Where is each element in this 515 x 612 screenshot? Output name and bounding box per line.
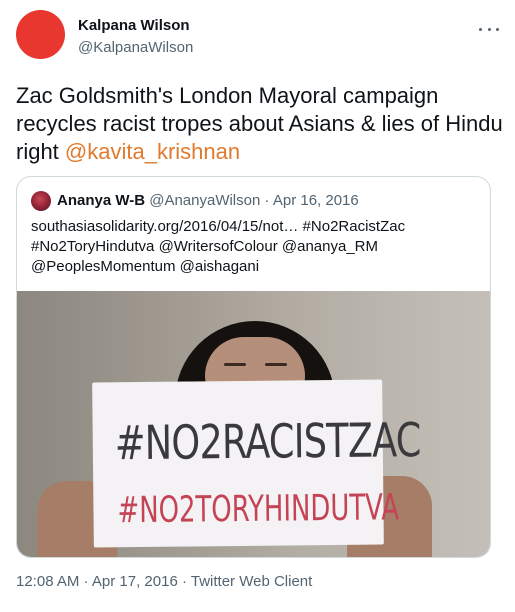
tweet-text: Zac Goldsmith's London Mayoral campaign …	[16, 82, 504, 166]
quoted-tweet-text: southasiasolidarity.org/2016/04/15/not… …	[31, 217, 476, 277]
more-dot	[496, 27, 499, 31]
photo-brow	[224, 363, 246, 366]
separator: ·	[177, 573, 191, 590]
tweet-time[interactable]: 12:08 AM	[16, 573, 79, 590]
sign-text-line2: #NO2TORYHINDUTVA	[117, 487, 400, 532]
quoted-text-line: #No2ToryHindutva @WritersofColour @anany…	[31, 238, 378, 255]
quoted-tweet-header: Ananya W-B @AnanyaWilson · Apr 16, 2016	[57, 191, 359, 211]
tweet-metadata: 12:08 AM · Apr 17, 2016 · Twitter Web Cl…	[16, 573, 312, 590]
more-dot	[479, 27, 482, 31]
quoted-text-line: southasiasolidarity.org/2016/04/15/not… …	[31, 218, 406, 235]
sign-text-line1: #NO2RACISTZAC	[114, 413, 421, 472]
quoted-author-name: Ananya W-B	[57, 192, 146, 209]
tweet-date[interactable]: Apr 17, 2016	[92, 573, 178, 590]
author-avatar[interactable]	[16, 10, 65, 59]
quoted-text-line: @PeoplesMomentum @aishagani	[31, 258, 260, 275]
more-horizontal-icon[interactable]	[479, 22, 499, 36]
quoted-tweet-photo[interactable]: #NO2RACISTZAC #NO2TORYHINDUTVA	[17, 291, 490, 557]
photo-brow	[265, 363, 287, 366]
author-handle[interactable]: @KalpanaWilson	[78, 39, 193, 56]
author-name[interactable]: Kalpana Wilson	[78, 17, 190, 34]
quoted-author-avatar	[31, 191, 51, 211]
tweet-client[interactable]: Twitter Web Client	[191, 573, 312, 590]
separator: ·	[260, 192, 273, 209]
tweet: Kalpana Wilson @KalpanaWilson Zac Goldsm…	[0, 0, 515, 612]
quoted-tweet[interactable]: Ananya W-B @AnanyaWilson · Apr 16, 2016 …	[16, 176, 491, 558]
quoted-author-handle: @AnanyaWilson	[149, 192, 261, 209]
protest-sign: #NO2RACISTZAC #NO2TORYHINDUTVA	[92, 379, 421, 548]
more-dot	[487, 27, 491, 31]
separator: ·	[79, 573, 92, 590]
mention-link[interactable]: @kavita_krishnan	[65, 139, 240, 164]
quoted-tweet-date: Apr 16, 2016	[272, 192, 359, 209]
